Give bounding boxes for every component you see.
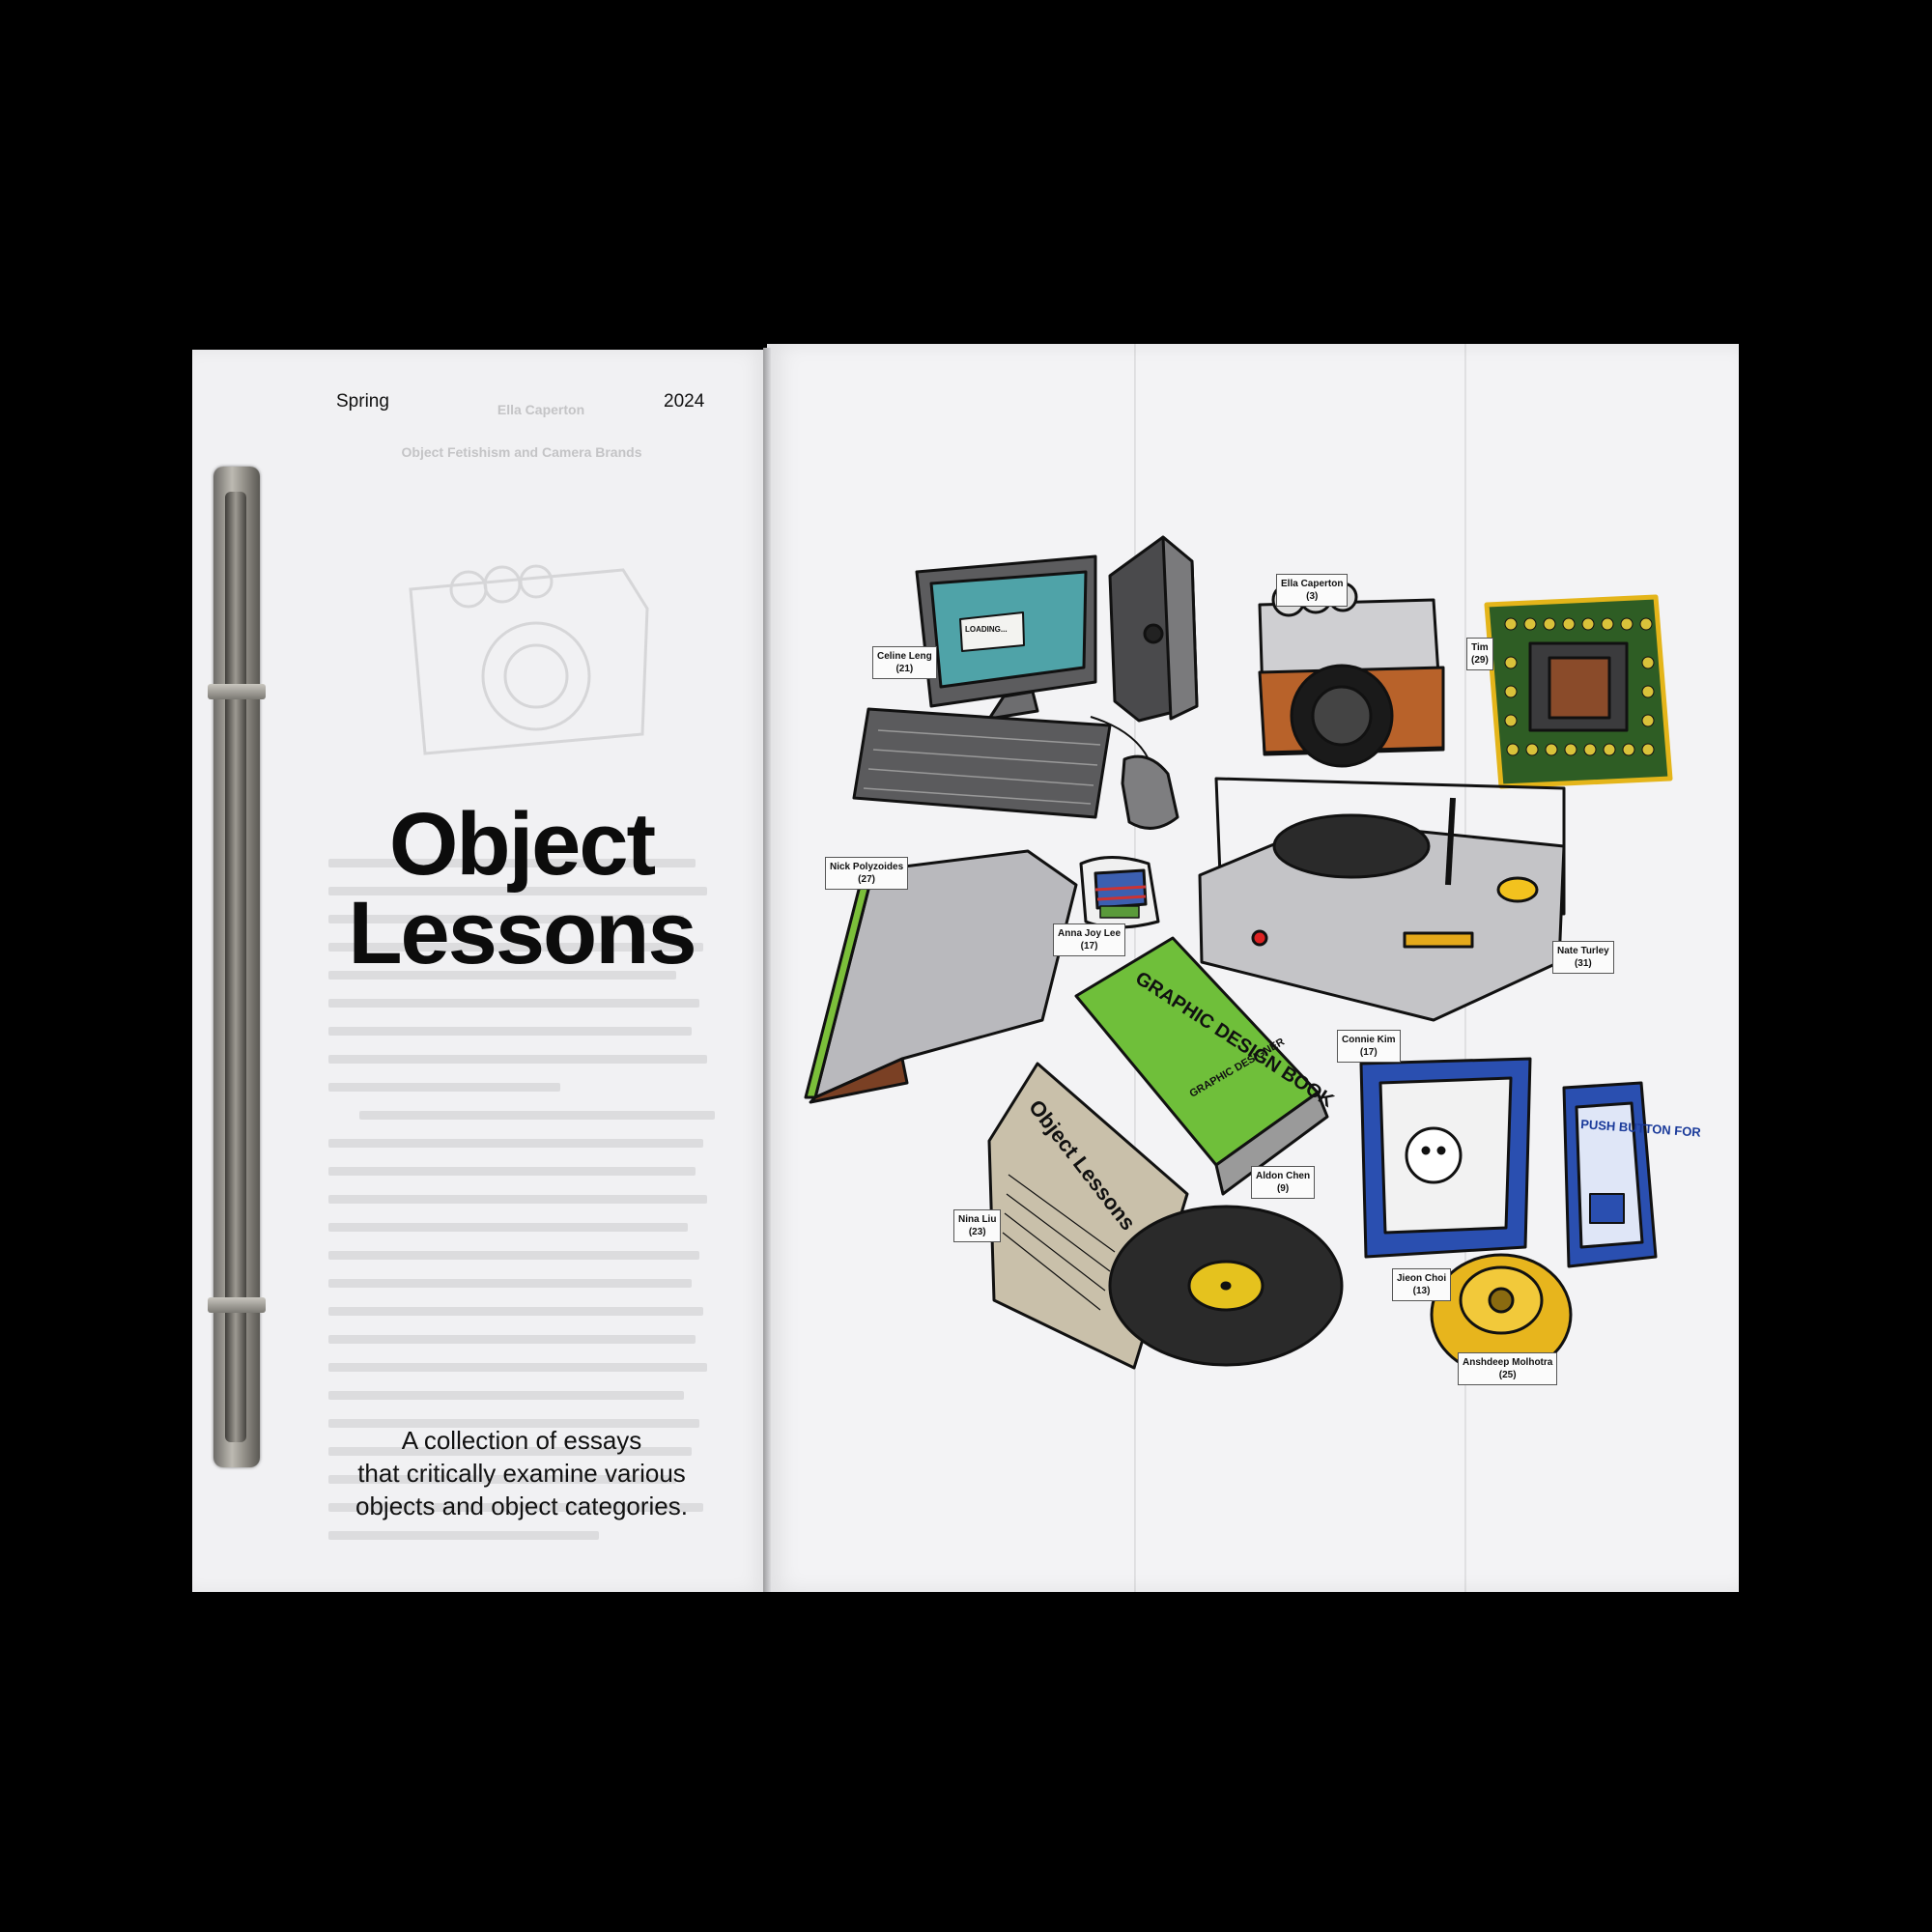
label-aldon-chen: Aldon Chen (9) [1251, 1166, 1316, 1199]
record-player-drawing [1198, 777, 1566, 1022]
push-button-sign-drawing: PUSH BUTTON FOR [1562, 1081, 1702, 1268]
binder-ring [208, 1297, 266, 1313]
label-celine-leng: Celine Leng (21) [872, 646, 937, 679]
binder-clip [208, 467, 266, 1467]
screen-text: LOADING... [965, 625, 1008, 634]
label-anshdeep-molhotra: Anshdeep Molhotra (25) [1458, 1352, 1558, 1385]
subtitle-line-1: A collection of essays [401, 1426, 642, 1455]
cpu-chip-drawing [1484, 594, 1673, 789]
season-label: Spring [336, 391, 389, 412]
computer-monitor-drawing: LOADING... [915, 554, 1097, 721]
ghost-camera-drawing [409, 564, 649, 755]
vinyl-record-drawing [1108, 1205, 1344, 1367]
subtitle-line-2: that critically examine various [357, 1459, 686, 1488]
title-line-2: Lessons [348, 884, 696, 982]
blue-card-drawing [1359, 1057, 1532, 1259]
camera-drawing [1258, 580, 1445, 768]
label-jieon-choi: Jieon Choi (13) [1392, 1268, 1452, 1301]
stamp-drawing [1079, 856, 1160, 929]
keyboard-drawing [852, 707, 1112, 819]
label-ella-caperton: Ella Caperton (3) [1276, 574, 1349, 607]
ghost-essay-title: Object Fetishism and Camera Brands [401, 444, 642, 460]
cover-subtitle: A collection of essays that critically e… [319, 1424, 724, 1522]
label-anna-joy-lee: Anna Joy Lee (17) [1053, 923, 1126, 956]
ghost-author: Ella Caperton [497, 402, 585, 417]
year-label: 2024 [664, 391, 705, 412]
computer-tower-drawing [1108, 535, 1199, 723]
label-tim: Tim (29) [1466, 638, 1493, 670]
binder-ring [208, 684, 266, 699]
title-line-1: Object [388, 795, 656, 894]
label-nate-turley: Nate Turley (31) [1552, 941, 1614, 974]
label-nick-polyzoides: Nick Polyzoides (27) [825, 857, 909, 890]
label-nina-liu: Nina Liu (23) [953, 1209, 1002, 1242]
label-connie-kim: Connie Kim (17) [1337, 1030, 1401, 1063]
cover-title: Object Lessons [319, 800, 724, 978]
subtitle-line-3: objects and object categories. [355, 1492, 688, 1520]
